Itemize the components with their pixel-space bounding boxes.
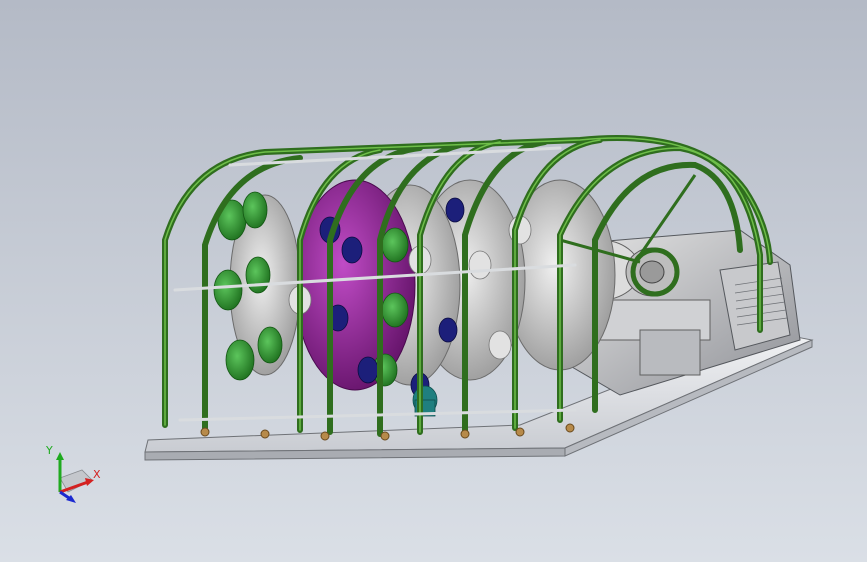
y-axis-label: Y [45, 444, 53, 457]
coordinate-triad: Y X [45, 444, 101, 503]
cad-viewport[interactable]: Y X [0, 0, 867, 562]
y-axis-head [56, 452, 64, 460]
machine-assembly-model[interactable] [0, 0, 867, 562]
x-axis-label: X [93, 468, 101, 481]
